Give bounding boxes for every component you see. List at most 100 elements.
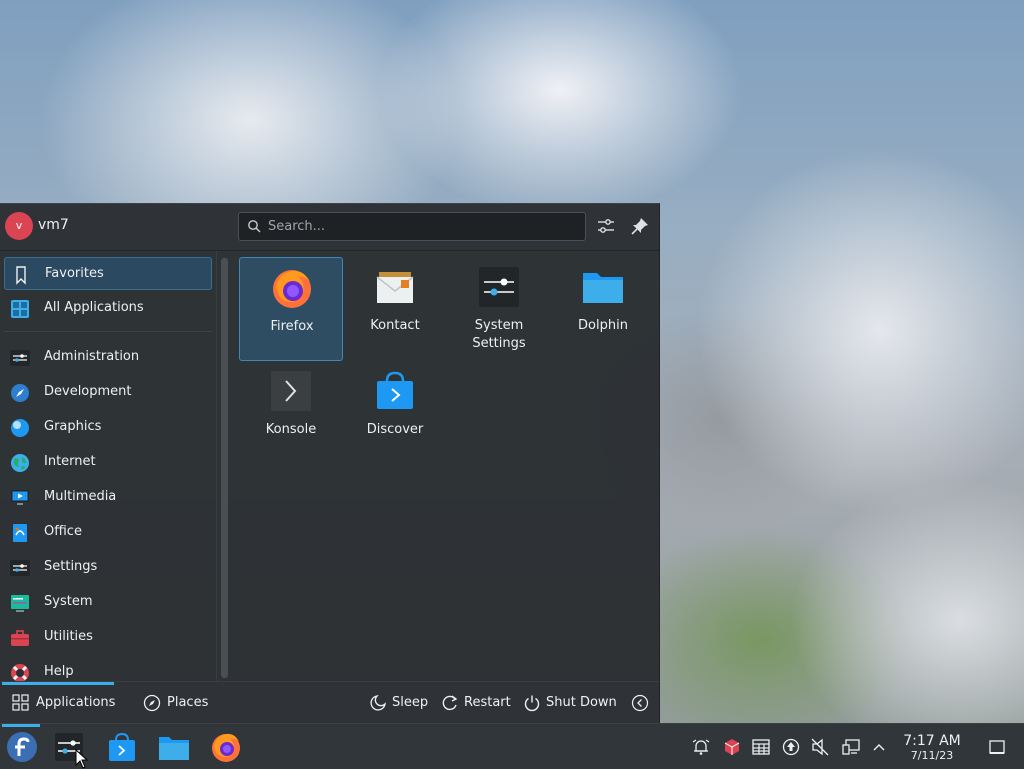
toolbox-icon — [11, 630, 29, 646]
tab-places[interactable]: Places — [143, 692, 213, 714]
favorite-firefox[interactable]: Firefox — [239, 257, 343, 361]
sliders-icon — [10, 350, 30, 366]
sidebar-item-label: Internet — [44, 454, 96, 469]
sidebar-item-system[interactable]: System — [4, 586, 212, 619]
favorite-label: Discover — [366, 422, 424, 437]
tab-label: Places — [167, 695, 209, 710]
folder-icon — [583, 273, 623, 303]
notifications-icon[interactable] — [692, 738, 710, 756]
chevron-up-icon[interactable] — [870, 738, 888, 756]
mouse-cursor-icon — [75, 749, 89, 769]
monitor-icon — [11, 490, 29, 505]
sidebar-item-help[interactable]: Help — [4, 656, 212, 681]
pin-icon[interactable] — [629, 215, 651, 237]
system-settings-icon — [479, 267, 519, 307]
clock-time[interactable]: 7:17 AM — [892, 733, 972, 749]
sidebar-item-label: All Applications — [44, 300, 144, 315]
launcher-header: v vm7 Search... — [0, 204, 659, 251]
active-tab-indicator — [2, 682, 114, 685]
sidebar-item-internet[interactable]: Internet — [4, 446, 212, 479]
globe-icon — [11, 454, 29, 472]
bookmark-icon — [16, 266, 26, 285]
more-power-options-button[interactable] — [631, 692, 649, 714]
sidebar-item-administration[interactable]: Administration — [4, 341, 212, 374]
search-icon — [248, 220, 261, 233]
discover-taskbar-icon[interactable] — [105, 730, 139, 764]
chevron-left-icon — [631, 694, 649, 712]
document-icon — [13, 524, 27, 542]
clipboard-grid-icon[interactable] — [752, 738, 770, 756]
button-label: Restart — [464, 695, 511, 710]
favorite-dolphin[interactable]: Dolphin — [551, 257, 655, 361]
button-label: Sleep — [392, 695, 429, 710]
show-desktop-icon[interactable] — [988, 738, 1006, 756]
firefox-icon — [273, 270, 311, 308]
firefox-taskbar-icon[interactable] — [209, 730, 243, 764]
kontact-icon — [376, 272, 414, 303]
favorite-konsole[interactable]: Konsole — [239, 361, 343, 465]
button-label: Shut Down — [546, 695, 617, 710]
lifebuoy-icon — [11, 664, 29, 681]
sidebar-item-label: Settings — [44, 559, 98, 574]
sidebar-item-multimedia[interactable]: Multimedia — [4, 481, 212, 514]
launcher-active-indicator — [2, 724, 40, 727]
taskbar: 7:17 AM 7/11/23 — [0, 723, 1024, 769]
sidebar-item-settings[interactable]: Settings — [4, 551, 212, 584]
sidebar-item-development[interactable]: Development — [4, 376, 212, 409]
shutdown-button[interactable]: Shut Down — [523, 692, 618, 714]
compass-icon — [143, 694, 161, 712]
updates-available-icon[interactable] — [782, 738, 800, 756]
favorite-label: System Settings — [472, 318, 526, 351]
sliders-icon — [10, 560, 30, 576]
sidebar-item-label: Multimedia — [44, 489, 117, 504]
sidebar-item-graphics[interactable]: Graphics — [4, 411, 212, 444]
power-icon — [524, 695, 540, 712]
avatar[interactable]: v — [5, 212, 33, 240]
sidebar-item-office[interactable]: Office — [4, 516, 212, 549]
sidebar-item-label: Graphics — [44, 419, 102, 434]
system-icon — [11, 595, 29, 612]
volume-muted-icon[interactable] — [811, 738, 829, 756]
package-updates-icon[interactable] — [723, 738, 741, 756]
sidebar-item-all-applications[interactable]: All Applications — [4, 292, 212, 325]
sidebar-item-label: Office — [44, 524, 82, 539]
store-bag-icon — [377, 371, 413, 409]
dolphin-taskbar-icon[interactable] — [157, 730, 191, 764]
search-placeholder: Search... — [268, 219, 326, 234]
configure-icon[interactable] — [595, 215, 617, 237]
favorite-system-settings[interactable]: System Settings — [447, 257, 551, 361]
sidebar-item-label: Utilities — [44, 629, 93, 644]
network-wired-icon[interactable] — [842, 738, 860, 756]
tab-applications[interactable]: Applications — [12, 692, 116, 714]
grid-icon — [11, 300, 29, 318]
sidebar-item-label: Favorites — [45, 266, 104, 281]
sleep-button[interactable]: Sleep — [369, 692, 429, 714]
tab-label: Applications — [36, 695, 116, 710]
favorite-discover[interactable]: Discover — [343, 361, 447, 465]
terminal-icon — [271, 371, 311, 411]
search-input[interactable]: Search... — [238, 212, 586, 241]
sidebar-item-label: System — [44, 594, 93, 609]
sidebar-scrollbar[interactable] — [221, 258, 228, 678]
favorite-kontact[interactable]: Kontact — [343, 257, 447, 361]
sidebar-divider — [4, 331, 212, 332]
sleep-icon — [370, 695, 386, 711]
category-sidebar: Favorites All Applications Administratio… — [0, 251, 217, 681]
user-name: vm7 — [38, 217, 69, 233]
launcher-footer: Applications Places Sleep Restart Shut D… — [0, 681, 659, 724]
clock-date[interactable]: 7/11/23 — [892, 749, 972, 762]
sidebar-item-label: Administration — [44, 349, 140, 364]
favorite-label: Dolphin — [578, 318, 628, 333]
favorite-label: Kontact — [370, 318, 420, 333]
sidebar-item-utilities[interactable]: Utilities — [4, 621, 212, 654]
restart-icon — [442, 695, 458, 711]
grid-icon — [12, 694, 29, 711]
sidebar-item-favorites[interactable]: Favorites — [4, 257, 212, 290]
restart-button[interactable]: Restart — [441, 692, 513, 714]
fedora-launcher-icon[interactable] — [5, 730, 39, 764]
sidebar-item-label: Help — [44, 664, 74, 679]
favorite-label: Firefox — [270, 319, 314, 334]
compass-icon — [11, 384, 29, 402]
sidebar-item-label: Development — [44, 384, 132, 399]
application-launcher: v vm7 Search... Favorites All Applicatio… — [0, 203, 660, 724]
